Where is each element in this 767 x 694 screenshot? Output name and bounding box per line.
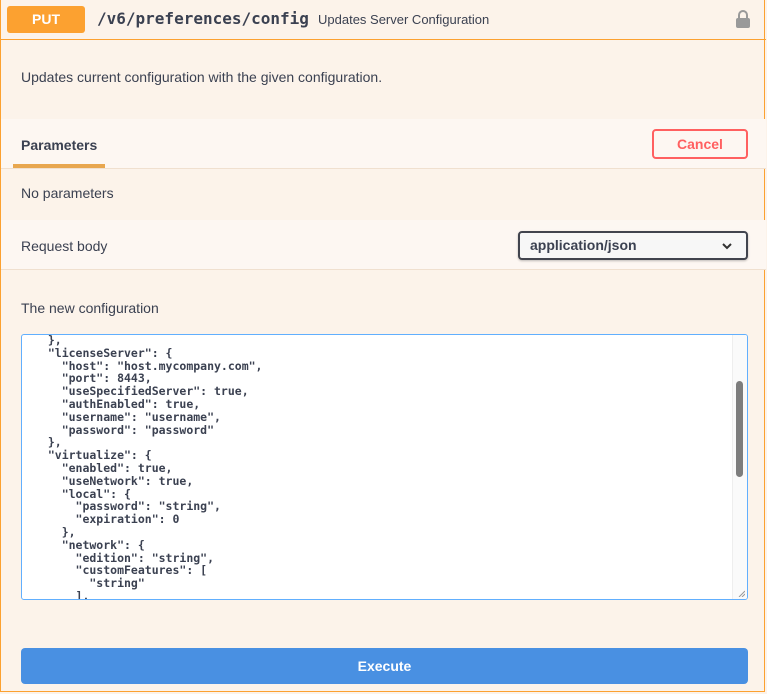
request-body-code[interactable]: }, "licenseServer": { "host": "host.myco… [34, 335, 263, 599]
operation-description: Updates current configuration with the g… [21, 69, 383, 85]
request-body-label: Request body [21, 238, 108, 254]
tab-parameters[interactable]: Parameters [21, 137, 97, 153]
content-type-value: application/json [530, 237, 637, 253]
opblock-summary[interactable]: PUT /v6/preferences/config Updates Serve… [1, 0, 766, 40]
body-description: The new configuration [21, 300, 159, 316]
method-badge: PUT [7, 6, 85, 33]
chevron-down-icon [722, 243, 732, 250]
content-type-select[interactable]: application/json [518, 231, 748, 260]
no-parameters-text: No parameters [21, 185, 114, 201]
execute-button[interactable]: Execute [21, 648, 748, 684]
resize-handle-icon[interactable] [737, 589, 745, 597]
endpoint-summary: Updates Server Configuration [318, 12, 490, 27]
request-body-editor[interactable]: }, "licenseServer": { "host": "host.myco… [21, 334, 748, 600]
opblock-put: PUT /v6/preferences/config Updates Serve… [0, 0, 766, 692]
tab-active-indicator [13, 164, 105, 168]
cancel-button[interactable]: Cancel [652, 129, 748, 159]
endpoint-path: /v6/preferences/config [97, 9, 309, 28]
scrollbar-thumb[interactable] [736, 381, 743, 477]
lock-icon[interactable] [735, 9, 751, 29]
